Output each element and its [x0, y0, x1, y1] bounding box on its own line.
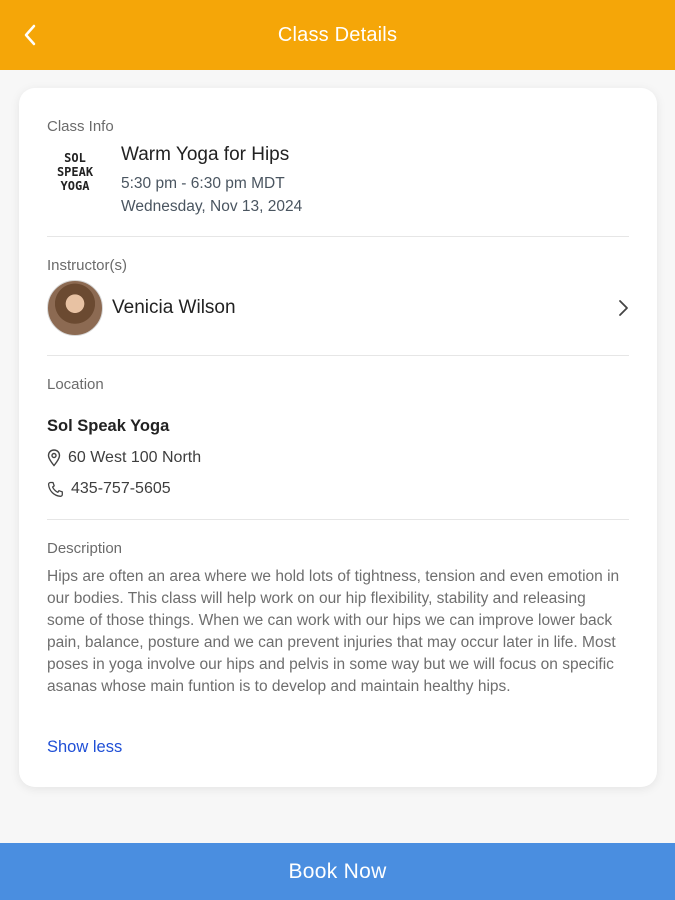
- divider: [47, 236, 629, 237]
- logo-line: SOL: [64, 151, 86, 165]
- location-phone[interactable]: 435-757-5605: [47, 480, 171, 498]
- class-info-label: Class Info: [47, 118, 114, 135]
- app-header: Class Details: [0, 0, 675, 70]
- location-label: Location: [47, 376, 104, 393]
- avatar: [47, 280, 103, 336]
- divider: [47, 355, 629, 356]
- address-text: 60 West 100 North: [68, 449, 202, 466]
- logo-line: YOGA: [60, 179, 90, 193]
- phone-icon: [47, 481, 63, 497]
- class-time: 5:30 pm - 6:30 pm MDT: [121, 175, 285, 192]
- location-address[interactable]: 60 West 100 North: [47, 449, 201, 467]
- class-details-card: Class Info SOL SPEAK YOGA Warm Yoga for …: [19, 88, 657, 787]
- instructor-row[interactable]: Venicia Wilson: [47, 278, 633, 338]
- phone-text: 435-757-5605: [71, 480, 171, 497]
- studio-logo: SOL SPEAK YOGA: [53, 146, 97, 198]
- class-name: Warm Yoga for Hips: [121, 144, 290, 165]
- chevron-left-icon: [24, 24, 36, 46]
- class-date: Wednesday, Nov 13, 2024: [121, 198, 303, 215]
- chevron-right-icon: [619, 300, 628, 316]
- back-button[interactable]: [12, 17, 48, 53]
- logo-line: SPEAK: [56, 165, 94, 179]
- instructor-name: Venicia Wilson: [112, 297, 236, 318]
- description-text: Hips are often an area where we hold lot…: [47, 568, 620, 695]
- map-pin-icon: [47, 449, 61, 467]
- book-now-button[interactable]: Book Now: [0, 843, 675, 900]
- page-title: Class Details: [277, 23, 398, 46]
- divider: [47, 519, 629, 520]
- show-less-link[interactable]: Show less: [47, 738, 122, 757]
- description-label: Description: [47, 540, 123, 557]
- instructor-label: Instructor(s): [47, 257, 128, 274]
- location-name: Sol Speak Yoga: [47, 417, 170, 435]
